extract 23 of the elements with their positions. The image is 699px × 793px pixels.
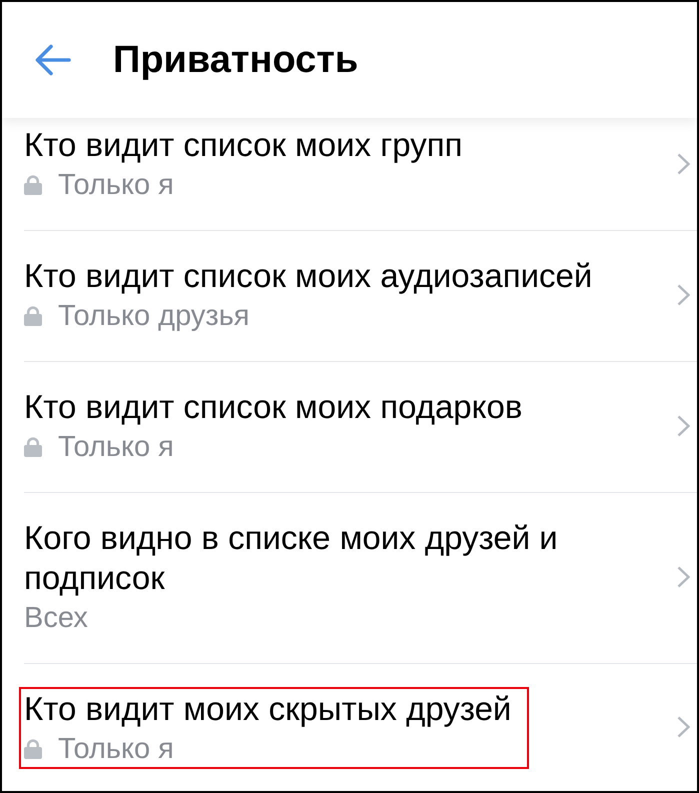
chevron-right-icon bbox=[677, 284, 690, 306]
setting-title: Кто видит список моих групп bbox=[24, 125, 464, 165]
settings-row[interactable]: Кто видит список моих групп Только я bbox=[24, 118, 697, 231]
chevron-right-icon bbox=[677, 153, 690, 175]
back-button[interactable] bbox=[35, 44, 71, 76]
setting-value: Только я bbox=[58, 168, 174, 203]
chevron-right-icon bbox=[677, 716, 690, 738]
settings-row[interactable]: Кто видит моих скрытых друзей Только я bbox=[24, 664, 697, 791]
settings-row[interactable]: Кто видит список моих подарков Только я bbox=[24, 362, 697, 493]
setting-value: Только я bbox=[58, 732, 174, 767]
setting-value: Только я bbox=[58, 430, 174, 465]
setting-title: Кто видит моих скрытых друзей bbox=[24, 689, 512, 729]
setting-value: Только друзья bbox=[58, 299, 250, 334]
chevron-right-icon bbox=[677, 415, 690, 437]
setting-title: Кто видит список моих аудиозаписей bbox=[24, 256, 594, 296]
page-title: Приватность bbox=[113, 38, 358, 82]
setting-title: Кого видно в списке моих друзей и подписок bbox=[24, 518, 559, 598]
settings-row[interactable]: Кого видно в списке моих друзей и подписок Всех bbox=[24, 493, 697, 664]
arrow-left-icon bbox=[35, 44, 71, 76]
setting-value: Всех bbox=[24, 601, 88, 636]
settings-row[interactable]: Кто видит список моих аудиозаписей Только друзья bbox=[24, 231, 697, 362]
setting-title: Кто видит список моих подарков bbox=[24, 387, 524, 427]
chevron-right-icon bbox=[677, 566, 690, 588]
